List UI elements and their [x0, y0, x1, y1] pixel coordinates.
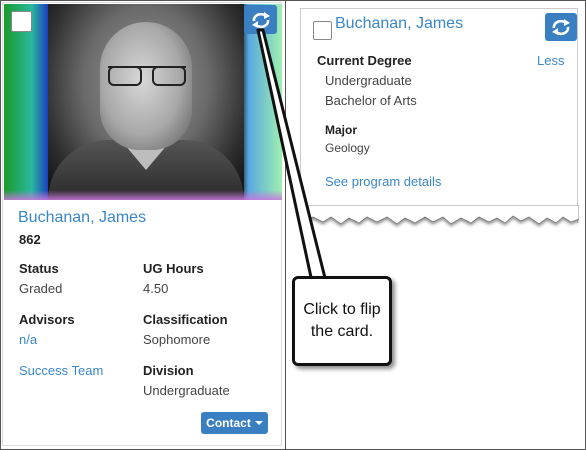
callout-line-2: the card.: [310, 323, 374, 340]
callout-line-1: Click to flip: [303, 301, 381, 319]
callout-box: Click to flip the card.: [292, 276, 392, 366]
callout-pointer: [256, 28, 328, 284]
